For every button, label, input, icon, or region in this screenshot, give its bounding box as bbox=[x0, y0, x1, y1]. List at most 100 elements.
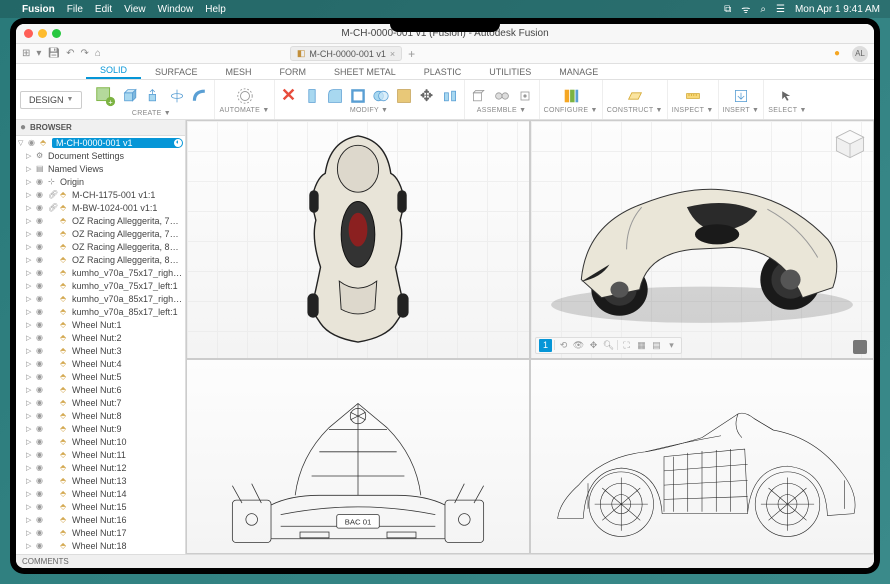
tree-document-settings[interactable]: ▷⚙Document Settings bbox=[16, 149, 185, 162]
mac-menu-view[interactable]: View bbox=[124, 4, 146, 15]
tab-utilities[interactable]: UTILITIES bbox=[475, 65, 545, 79]
workspace-switcher[interactable]: DESIGN ▼ bbox=[20, 91, 82, 109]
minimize-button[interactable] bbox=[38, 29, 47, 38]
revolve-icon[interactable] bbox=[167, 86, 187, 106]
delete-icon[interactable]: ✕ bbox=[279, 86, 299, 106]
tree-item-12[interactable]: ▷◉⬘Wheel Nut:3 bbox=[16, 344, 185, 357]
tree-item-22[interactable]: ▷◉⬘Wheel Nut:13 bbox=[16, 474, 185, 487]
tree-item-14[interactable]: ▷◉⬘Wheel Nut:5 bbox=[16, 370, 185, 383]
tree-item-23[interactable]: ▷◉⬘Wheel Nut:14 bbox=[16, 487, 185, 500]
joint-icon[interactable] bbox=[492, 86, 512, 106]
tree-item-13[interactable]: ▷◉⬘Wheel Nut:4 bbox=[16, 357, 185, 370]
undo-icon[interactable]: ↶ bbox=[66, 48, 74, 59]
tab-surface[interactable]: SURFACE bbox=[141, 65, 212, 79]
texture-icon[interactable] bbox=[394, 86, 414, 106]
viewport-side[interactable] bbox=[530, 359, 874, 554]
grid-icon[interactable]: ▤ bbox=[650, 339, 663, 352]
tree-item-18[interactable]: ▷◉⬘Wheel Nut:9 bbox=[16, 422, 185, 435]
joint-origin-icon[interactable] bbox=[515, 86, 535, 106]
viewport-rear[interactable]: BAC 01 bbox=[186, 359, 530, 554]
extrude-icon[interactable] bbox=[144, 86, 164, 106]
maximize-button[interactable] bbox=[52, 29, 61, 38]
viewport-layout-icon[interactable]: ▾ bbox=[665, 339, 678, 352]
browser-header[interactable]: ● BROWSER bbox=[16, 120, 185, 136]
new-sketch-icon[interactable]: + bbox=[92, 83, 118, 109]
tab-mesh[interactable]: MESH bbox=[212, 65, 266, 79]
tree-item-5[interactable]: ▷◉⬘OZ Racing Alleggerita, 85x17:2 bbox=[16, 253, 185, 266]
sweep-icon[interactable] bbox=[190, 86, 210, 106]
close-tab-icon[interactable]: × bbox=[390, 49, 395, 59]
tree-item-11[interactable]: ▷◉⬘Wheel Nut:2 bbox=[16, 331, 185, 344]
configure-icon[interactable] bbox=[561, 86, 581, 106]
plane-icon[interactable] bbox=[625, 86, 645, 106]
tree-named-views[interactable]: ▷▤Named Views bbox=[16, 162, 185, 175]
fit-icon[interactable]: ⛶ bbox=[620, 339, 633, 352]
close-button[interactable] bbox=[24, 29, 33, 38]
tab-solid[interactable]: SOLID bbox=[86, 63, 141, 79]
tab-manage[interactable]: MANAGE bbox=[545, 65, 612, 79]
tree-item-16[interactable]: ▷◉⬘Wheel Nut:7 bbox=[16, 396, 185, 409]
mac-datetime[interactable]: Mon Apr 1 9:41 AM bbox=[795, 4, 880, 15]
file-dropdown-icon[interactable]: ▾ bbox=[36, 48, 41, 59]
tree-item-10[interactable]: ▷◉⬘Wheel Nut:1 bbox=[16, 318, 185, 331]
tree-item-3[interactable]: ▷◉⬘OZ Racing Alleggerita, 75x17:2 bbox=[16, 227, 185, 240]
fillet-icon[interactable] bbox=[325, 86, 345, 106]
search-icon[interactable]: ⌕ bbox=[760, 4, 766, 15]
tree-origin[interactable]: ▷◉⊹Origin bbox=[16, 175, 185, 188]
collapse-dot-icon[interactable]: ● bbox=[20, 122, 26, 133]
zoom-icon[interactable]: 🔍︎ bbox=[602, 339, 615, 352]
data-panel-icon[interactable]: ⊞ bbox=[22, 48, 30, 59]
tree-item-4[interactable]: ▷◉⬘OZ Racing Alleggerita, 85x17:1 bbox=[16, 240, 185, 253]
mac-app-name[interactable]: Fusion bbox=[22, 4, 55, 15]
notification-bell-icon[interactable]: ● bbox=[834, 48, 846, 60]
orbit-icon[interactable]: ⟲ bbox=[557, 339, 570, 352]
tree-item-0[interactable]: ▷◉🔗︎⬘M-CH-1175-001 v1:1 bbox=[16, 188, 185, 201]
mac-menu-file[interactable]: File bbox=[67, 4, 83, 15]
tree-item-19[interactable]: ▷◉⬘Wheel Nut:10 bbox=[16, 435, 185, 448]
mac-menu-edit[interactable]: Edit bbox=[95, 4, 112, 15]
tree-item-9[interactable]: ▷◉⬘kumho_v70a_85x17_left:1 bbox=[16, 305, 185, 318]
shell-icon[interactable] bbox=[348, 86, 368, 106]
insert-icon[interactable] bbox=[731, 86, 751, 106]
tree-item-21[interactable]: ▷◉⬘Wheel Nut:12 bbox=[16, 461, 185, 474]
tree-item-8[interactable]: ▷◉⬘kumho_v70a_85x17_right:1 bbox=[16, 292, 185, 305]
tree-item-17[interactable]: ▷◉⬘Wheel Nut:8 bbox=[16, 409, 185, 422]
tree-item-27[interactable]: ▷◉⬘Wheel Nut:18 bbox=[16, 539, 185, 552]
nav-mode-1[interactable]: 1 bbox=[539, 339, 552, 352]
tree-item-1[interactable]: ▷◉🔗︎⬘M-BW-1024-001 v1:1 bbox=[16, 201, 185, 214]
mac-menu-window[interactable]: Window bbox=[158, 4, 194, 15]
box-icon[interactable] bbox=[121, 86, 141, 106]
new-component-icon[interactable] bbox=[469, 86, 489, 106]
tab-sheetmetal[interactable]: SHEET METAL bbox=[320, 65, 410, 79]
tab-form[interactable]: FORM bbox=[266, 65, 321, 79]
tree-item-15[interactable]: ▷◉⬘Wheel Nut:6 bbox=[16, 383, 185, 396]
viewport-perspective[interactable]: 1 ⟲ 👁︎ ✥ 🔍︎ ⛶ ▦ ▤ ▾ bbox=[530, 120, 874, 359]
home-view-icon[interactable] bbox=[853, 340, 867, 354]
combine-icon[interactable] bbox=[371, 86, 391, 106]
user-avatar[interactable]: AL bbox=[852, 46, 868, 62]
tree-item-7[interactable]: ▷◉⬘kumho_v70a_75x17_left:1 bbox=[16, 279, 185, 292]
tree-item-24[interactable]: ▷◉⬘Wheel Nut:15 bbox=[16, 500, 185, 513]
move-icon[interactable]: ✥ bbox=[417, 86, 437, 106]
home-icon[interactable]: ⌂ bbox=[95, 48, 101, 59]
display-icon[interactable]: ▦ bbox=[635, 339, 648, 352]
tree-item-25[interactable]: ▷◉⬘Wheel Nut:16 bbox=[16, 513, 185, 526]
viewcube[interactable] bbox=[833, 127, 867, 161]
tree-item-20[interactable]: ▷◉⬘Wheel Nut:11 bbox=[16, 448, 185, 461]
look-icon[interactable]: 👁︎ bbox=[572, 339, 585, 352]
tree-root[interactable]: ▽◉⬘M-CH-0000-001 v1◐ bbox=[16, 136, 185, 149]
tree-item-2[interactable]: ▷◉⬘OZ Racing Alleggerita, 75x17:1 bbox=[16, 214, 185, 227]
wifi-icon[interactable]: ᯤ bbox=[741, 2, 750, 16]
viewport-top[interactable] bbox=[186, 120, 530, 359]
screenshare-icon[interactable]: ⧉ bbox=[724, 4, 731, 15]
tree-item-26[interactable]: ▷◉⬘Wheel Nut:17 bbox=[16, 526, 185, 539]
press-pull-icon[interactable] bbox=[302, 86, 322, 106]
tree-item-6[interactable]: ▷◉⬘kumho_v70a_75x17_right:1 bbox=[16, 266, 185, 279]
save-icon[interactable]: 💾︎ bbox=[47, 48, 60, 59]
select-icon[interactable] bbox=[777, 86, 797, 106]
automate-icon[interactable] bbox=[235, 86, 255, 106]
pan-icon[interactable]: ✥ bbox=[587, 339, 600, 352]
browser-tree[interactable]: ▽◉⬘M-CH-0000-001 v1◐▷⚙Document Settings▷… bbox=[16, 136, 185, 554]
mac-menu-help[interactable]: Help bbox=[205, 4, 226, 15]
control-center-icon[interactable]: ☰ bbox=[776, 4, 785, 15]
